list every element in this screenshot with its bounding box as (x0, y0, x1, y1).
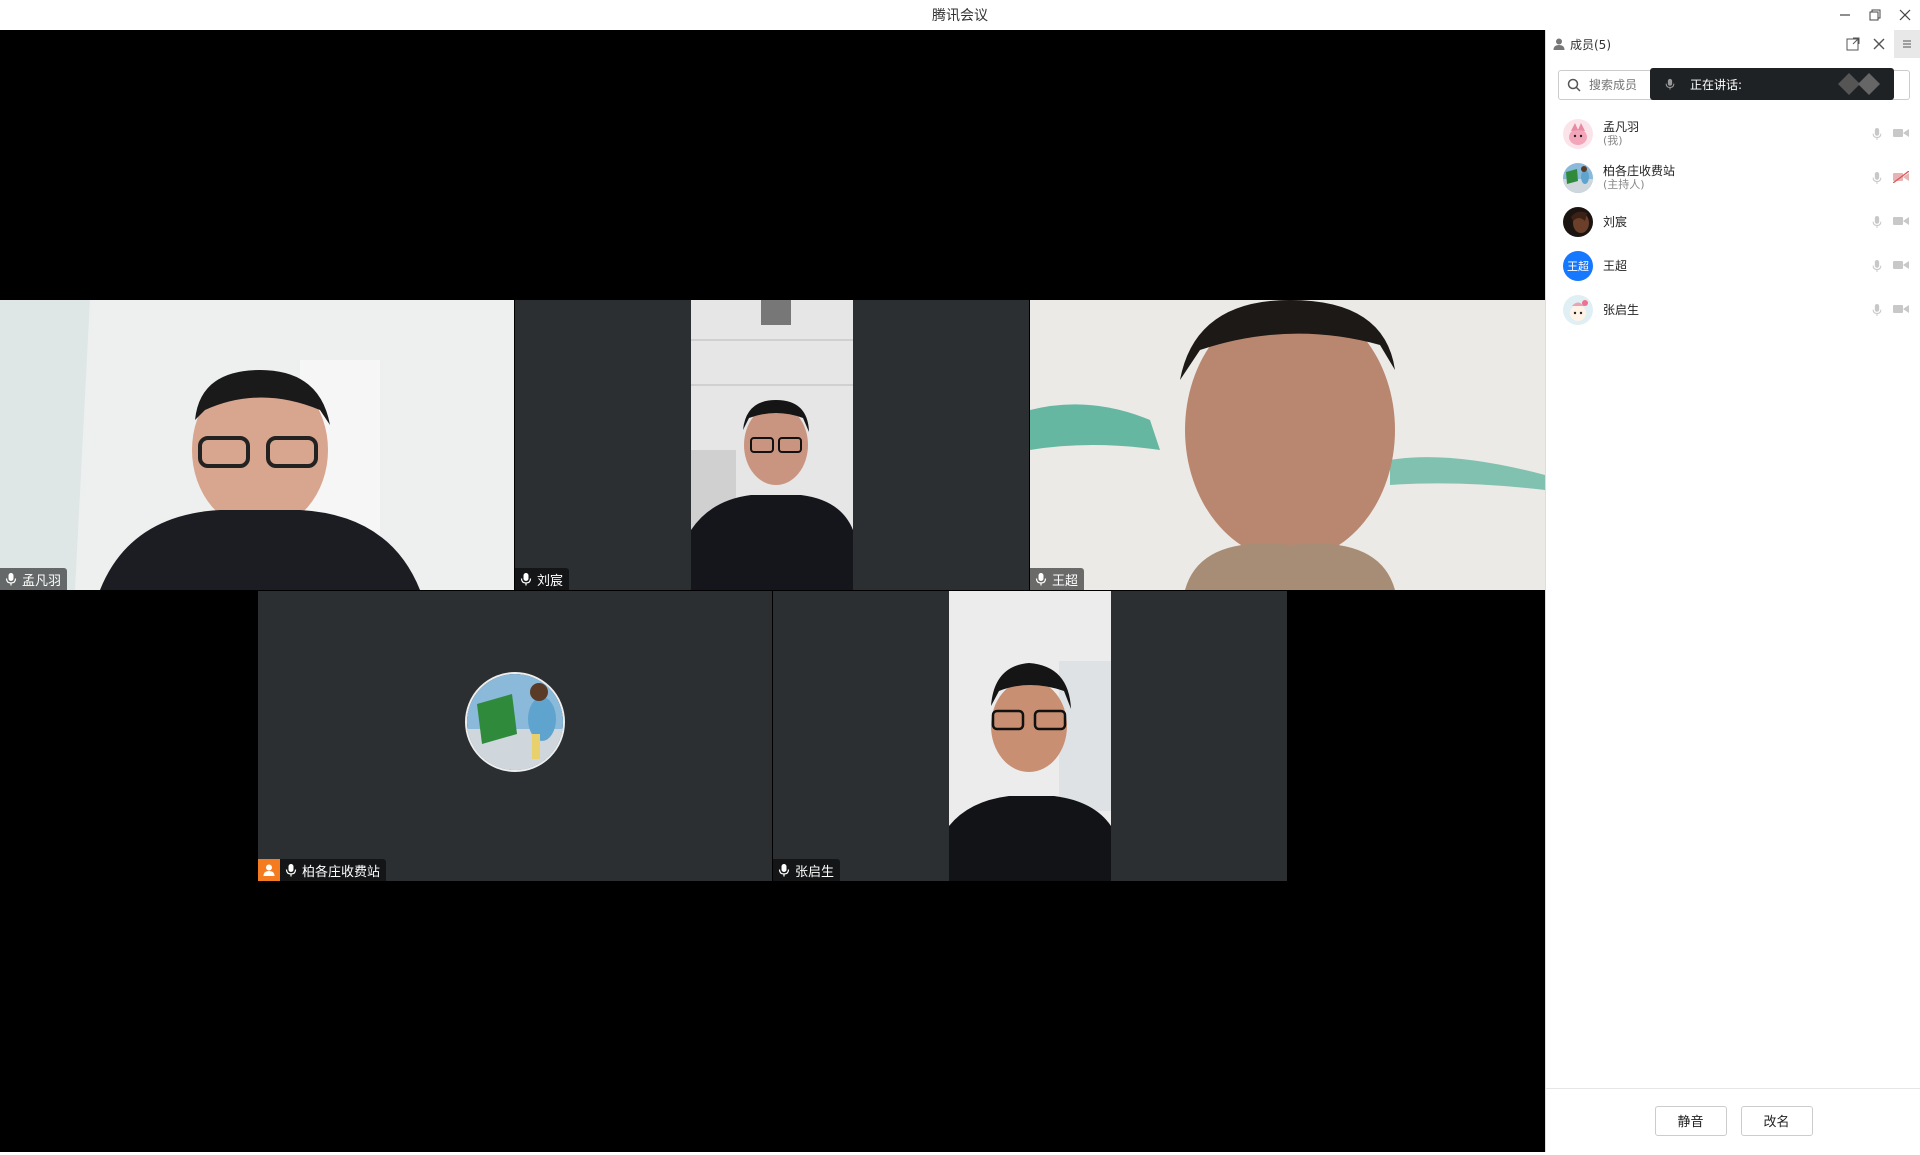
microphone-icon[interactable] (1871, 126, 1883, 142)
video-tile[interactable]: 柏各庄收费站 (258, 591, 772, 881)
microphone-icon (1035, 573, 1047, 586)
restore-icon[interactable] (1860, 0, 1890, 30)
panel-header: 成员(5) (1546, 30, 1920, 58)
video-stage: 孟凡羽 刘宸 王超 柏各庄收费站 张启生 (0, 30, 1545, 1152)
member-name: 柏各庄收费站 (1603, 164, 1676, 178)
microphone-icon[interactable] (1871, 170, 1883, 186)
participant-video (0, 300, 514, 590)
microphone-icon[interactable] (1871, 214, 1883, 230)
participant-video (949, 591, 1111, 881)
avatar (1563, 295, 1593, 325)
members-icon (1553, 38, 1565, 50)
panel-footer: 静音 改名 (1546, 1088, 1920, 1152)
microphone-icon[interactable] (1871, 258, 1883, 274)
member-row[interactable]: 王超 王超 (1546, 244, 1920, 288)
title-bar: 腾讯会议 (0, 0, 1920, 30)
member-role: (我) (1603, 134, 1623, 147)
participant-name: 王超 (1052, 573, 1079, 589)
member-role: (主持人) (1603, 178, 1645, 191)
member-row[interactable]: 孟凡羽 (我) (1546, 112, 1920, 156)
member-row[interactable]: 刘宸 (1546, 200, 1920, 244)
avatar: 王超 (1563, 251, 1593, 281)
tile-label: 柏各庄收费站 (258, 859, 387, 881)
mute-all-button[interactable]: 静音 (1654, 1105, 1727, 1136)
panel-title: 成员(5) (1570, 37, 1611, 52)
member-row[interactable]: 柏各庄收费站 (主持人) (1546, 156, 1920, 200)
speaking-label: 正在讲话: (1690, 77, 1743, 92)
video-tile[interactable]: 刘宸 (515, 300, 1029, 590)
host-badge-icon (258, 859, 280, 881)
member-row[interactable]: 张启生 (1546, 288, 1920, 332)
camera-icon[interactable] (1893, 303, 1909, 315)
participant-name: 柏各庄收费站 (302, 864, 381, 880)
participant-video (691, 300, 853, 590)
window-title: 腾讯会议 (932, 8, 988, 24)
close-icon[interactable] (1868, 33, 1890, 55)
member-name: 刘宸 (1603, 215, 1628, 229)
member-name: 王超 (1603, 259, 1628, 273)
camera-icon[interactable] (1893, 215, 1909, 227)
search-icon (1567, 78, 1581, 92)
rename-button[interactable]: 改名 (1740, 1105, 1813, 1136)
panel-header-actions (1838, 30, 1920, 58)
participant-avatar (465, 672, 565, 772)
avatar (1563, 119, 1593, 149)
microphone-icon (5, 573, 17, 586)
participant-name: 张启生 (795, 864, 835, 880)
participant-name: 刘宸 (537, 573, 564, 589)
members-panel: 成员(5) 正在讲话: 孟凡羽 (我) (1545, 30, 1920, 1152)
avatar (1563, 163, 1593, 193)
tile-label: 张启生 (773, 859, 841, 881)
avatar-initials: 王超 (1567, 260, 1589, 273)
member-name: 张启生 (1603, 303, 1640, 317)
video-tile[interactable]: 王超 (1030, 300, 1545, 590)
window-controls (1830, 0, 1920, 30)
menu-icon[interactable] (1894, 30, 1920, 58)
speaking-indicator: 正在讲话: (1650, 68, 1894, 100)
close-icon[interactable] (1890, 0, 1920, 30)
participant-video (1030, 300, 1545, 590)
microphone-icon (1665, 78, 1675, 90)
member-name: 孟凡羽 (1603, 120, 1640, 134)
tile-label: 刘宸 (515, 568, 570, 590)
member-list: 孟凡羽 (我) 柏各庄收费站 (主持人) 刘宸 王超 王超 张启生 (1546, 112, 1920, 332)
microphone-icon (778, 864, 790, 877)
avatar (1563, 207, 1593, 237)
minimize-icon[interactable] (1830, 0, 1860, 30)
participant-name: 孟凡羽 (22, 573, 62, 589)
microphone-icon (520, 573, 532, 586)
microphone-icon[interactable] (1871, 302, 1883, 318)
video-tile[interactable]: 张启生 (773, 591, 1287, 881)
video-tile[interactable]: 孟凡羽 (0, 300, 514, 590)
camera-off-icon[interactable] (1893, 171, 1909, 183)
tile-label: 孟凡羽 (0, 568, 68, 590)
speaker-avatars (1838, 73, 1880, 95)
microphone-icon (285, 864, 297, 877)
pop-out-icon[interactable] (1842, 33, 1864, 55)
tile-label: 王超 (1030, 568, 1085, 590)
camera-icon[interactable] (1893, 259, 1909, 271)
camera-icon[interactable] (1893, 127, 1909, 139)
